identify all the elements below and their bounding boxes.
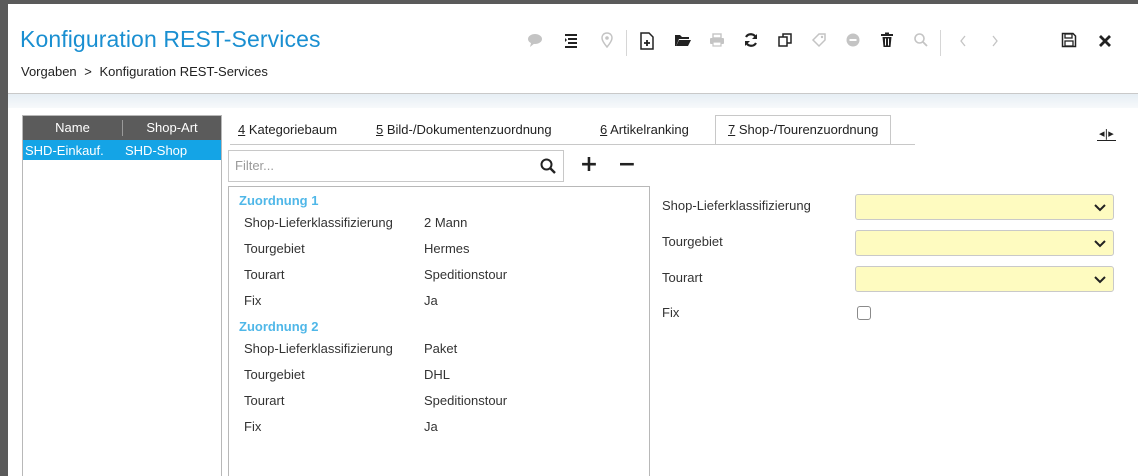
assignment-field-label: Shop-Lieferklassifizierung — [244, 341, 393, 356]
assignment-field-value: Speditionstour — [424, 393, 508, 408]
close-icon[interactable] — [1094, 32, 1116, 54]
search-icon[interactable] — [910, 32, 932, 54]
next-icon[interactable] — [984, 32, 1006, 54]
chevron-down-icon — [1093, 200, 1107, 214]
assignment-field-label: Shop-Lieferklassifizierung — [244, 215, 393, 230]
copy-icon[interactable] — [774, 32, 796, 54]
breadcrumb-separator: > — [84, 64, 92, 79]
tab-artikelranking[interactable]: 6 Artikelranking — [600, 116, 689, 144]
tourgebiet-label: Tourgebiet — [662, 234, 723, 249]
shop-lieferklassifizierung-label: Shop-Lieferklassifizierung — [662, 198, 811, 213]
shop-lieferklassifizierung-select[interactable] — [855, 194, 1114, 220]
assignment-field-label: Fix — [244, 419, 262, 434]
tab-label: Bild-/Dokumentenzuordnung — [386, 122, 552, 137]
column-header-name[interactable]: Name — [23, 120, 123, 136]
prev-icon[interactable] — [952, 32, 974, 54]
breadcrumb: Vorgaben > Konfiguration REST-Services — [21, 64, 272, 79]
assignment-field-value: Hermes — [424, 241, 470, 256]
remove-assignment-button[interactable]: − — [614, 152, 640, 178]
list-icon[interactable] — [560, 32, 582, 54]
column-header-shop-art[interactable]: Shop-Art — [123, 120, 221, 136]
print-icon[interactable] — [706, 32, 728, 54]
chevron-down-icon — [1093, 272, 1107, 286]
filter-input[interactable] — [235, 158, 535, 173]
page-title: Konfiguration REST-Services — [20, 26, 321, 52]
tourart-label: Tourart — [662, 270, 703, 285]
tab-label: Shop-/Tourenzuordnung — [738, 122, 879, 137]
shop-list-cell-name: SHD-Einkauf. — [25, 142, 104, 158]
tab-hotkey: 5 — [376, 122, 384, 137]
shop-list-cell-shop-art: SHD-Shop — [125, 142, 188, 158]
chevron-down-icon — [1093, 236, 1107, 250]
folder-open-icon[interactable] — [672, 32, 694, 54]
assignment-field-value: 2 Mann — [424, 215, 468, 230]
tab-hotkey: 6 — [600, 122, 608, 137]
assignment-field-label: Tourgebiet — [244, 367, 305, 382]
assignment-field-value: Speditionstour — [424, 267, 508, 282]
toolbar-separator — [940, 30, 941, 56]
assignment-field-label: Tourart — [244, 393, 285, 408]
assignment-field-label: Fix — [244, 293, 262, 308]
assignment-field-value: Ja — [424, 293, 438, 308]
tab-label: Artikelranking — [610, 122, 689, 137]
assignment-field-label: Tourart — [244, 267, 285, 282]
assignment-field-value: Ja — [424, 419, 438, 434]
shop-list-panel: Name Shop-Art SHD-Einkauf. SHD-Shop — [22, 115, 222, 476]
tourgebiet-select[interactable] — [855, 230, 1114, 256]
tab-shop-tourenzuordnung[interactable]: 7 Shop-/Tourenzuordnung — [715, 115, 892, 145]
header-shadow — [8, 94, 1138, 108]
location-icon[interactable] — [596, 32, 618, 54]
delete-icon[interactable] — [876, 32, 898, 54]
shop-list-row[interactable]: SHD-Einkauf. SHD-Shop — [23, 140, 221, 160]
add-assignment-button[interactable]: + — [576, 152, 602, 178]
breadcrumb-item-current: Konfiguration REST-Services — [99, 64, 268, 79]
comment-icon[interactable] — [524, 32, 546, 54]
new-document-icon[interactable] — [636, 32, 658, 54]
tab-hotkey: 7 — [728, 122, 736, 137]
assignment-group-title[interactable]: Zuordnung 1 — [239, 193, 318, 208]
assignment-field-value: DHL — [424, 367, 451, 382]
toolbar — [516, 26, 1136, 56]
filter-box — [228, 150, 564, 182]
tab-underline — [230, 144, 915, 145]
breadcrumb-item-vorgaben[interactable]: Vorgaben — [21, 64, 77, 79]
window-frame-left — [0, 0, 8, 476]
shop-list-header: Name Shop-Art — [23, 116, 221, 140]
minus-circle-icon[interactable] — [842, 32, 864, 54]
tab-bild-dokumentenzuordnung[interactable]: 5 Bild-/Dokumentenzuordnung — [376, 116, 552, 144]
tab-hotkey: 4 — [238, 122, 246, 137]
assignment-group-title[interactable]: Zuordnung 2 — [239, 319, 318, 334]
save-icon[interactable] — [1058, 32, 1080, 54]
tab-scroll-icon[interactable]: ◂|▸ — [1097, 127, 1116, 141]
tag-icon[interactable] — [808, 32, 830, 54]
tab-label: Kategoriebaum — [248, 122, 338, 137]
search-icon[interactable] — [539, 157, 557, 175]
assignment-list: Zuordnung 1 Shop-Lieferklassifizierung 2… — [228, 186, 650, 476]
fix-checkbox[interactable] — [857, 306, 871, 320]
page-header: Konfiguration REST-Services Vorgaben > K… — [8, 4, 1138, 94]
toolbar-separator — [626, 30, 627, 56]
tab-bar: 4 Kategoriebaum 5 Bild-/Dokumentenzuordn… — [230, 114, 1130, 145]
tourart-select[interactable] — [855, 266, 1114, 292]
refresh-icon[interactable] — [740, 32, 762, 54]
assignment-field-label: Tourgebiet — [244, 241, 305, 256]
fix-label: Fix — [662, 305, 680, 320]
assignment-field-value: Paket — [424, 341, 458, 356]
tab-kategoriebaum[interactable]: 4 Kategoriebaum — [238, 116, 337, 144]
